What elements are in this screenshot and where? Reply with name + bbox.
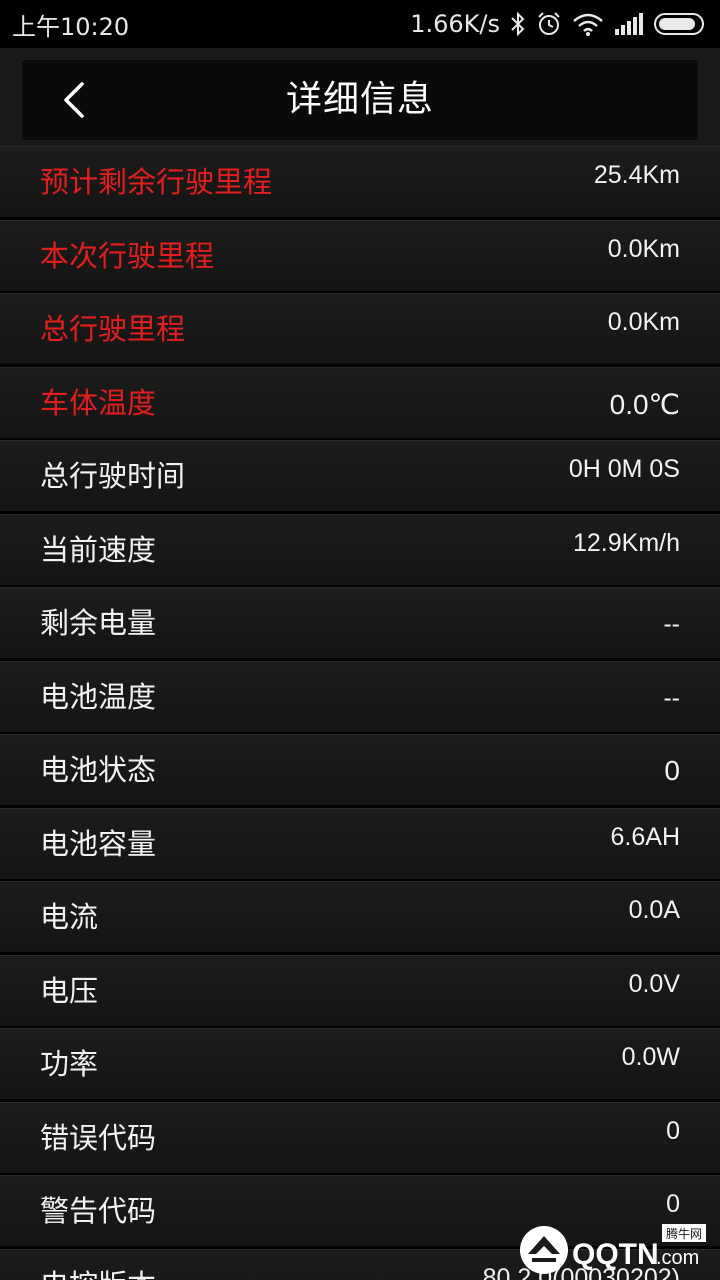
row-value: 0.0V [628,969,680,998]
row-total-riding-time: 总行驶时间 0H 0M 0S [0,440,720,511]
row-value: 0.0A [628,896,680,924]
row-value: 80.2.0(00030202) [482,1263,680,1280]
row-body-temperature: 车体温度 0.0℃ [0,366,720,438]
header-bar: 详细信息 [0,48,720,146]
row-value: 0.0℃ [609,388,680,420]
page-title: 详细信息 [285,79,434,120]
alarm-icon [536,11,562,37]
row-label: 剩余电量 [40,606,157,640]
row-battery-status: 电池状态 0 [0,734,720,805]
signal-icon [614,13,644,35]
row-label: 电池温度 [40,679,157,714]
row-label: 电池容量 [40,826,157,861]
row-label: 车体温度 [40,385,157,420]
battery-icon [654,12,708,36]
row-value: 0H 0M 0S [568,455,680,483]
row-value: 0 [666,1190,680,1218]
row-power: 功率 0.0W [0,1028,720,1099]
row-remaining-range: 预计剩余行驶里程 25.4Km [0,146,720,217]
row-value: 0.0Km [607,234,680,263]
row-value: -- [663,610,680,638]
row-battery-capacity: 电池容量 6.6AH [0,807,720,879]
row-value: 25.4Km [593,161,680,189]
info-list: 预计剩余行驶里程 25.4Km 本次行驶里程 0.0Km 总行驶里程 0.0Km… [0,146,720,1280]
row-battery-temperature: 电池温度 -- [0,660,720,732]
row-value: 0.0W [621,1043,680,1071]
row-remaining-battery: 剩余电量 -- [0,587,720,658]
network-speed: 1.66K/s [410,10,500,38]
row-label: 电流 [40,900,99,934]
row-value: 0 [664,755,680,786]
row-voltage: 电压 0.0V [0,954,720,1026]
row-trip-distance: 本次行驶里程 0.0Km [0,219,720,291]
row-label: 预计剩余行驶里程 [40,165,273,199]
row-value: 0.0Km [607,308,680,336]
row-error-code: 错误代码 0 [0,1101,720,1173]
status-time: 上午10:20 [12,12,130,41]
wifi-icon [572,12,604,36]
row-label: 警告代码 [40,1194,157,1228]
row-total-distance: 总行驶里程 0.0Km [0,293,720,364]
row-current-speed: 当前速度 12.9Km/h [0,513,720,585]
row-label: 总行驶里程 [40,312,186,346]
bluetooth-icon [510,11,526,37]
header: 详细信息 [22,60,698,140]
row-controller-version: 电控版本 80.2.0(00030202) [0,1248,720,1280]
row-value: -- [663,683,680,712]
status-bar: 上午10:20 1.66K/s [0,0,720,48]
row-value: 6.6AH [610,822,680,851]
row-current: 电流 0.0A [0,881,720,952]
row-label: 电压 [40,973,99,1008]
row-value: 12.9Km/h [572,528,680,557]
row-value: 0 [666,1116,680,1145]
row-label: 电控版本 [40,1250,156,1280]
row-label: 功率 [40,1047,99,1081]
row-label: 当前速度 [40,532,157,567]
status-icons: 1.66K/s [410,10,708,38]
row-label: 总行驶时间 [40,459,186,493]
row-label: 错误代码 [40,1120,157,1155]
row-warning-code: 警告代码 0 [0,1175,720,1246]
row-label: 电池状态 [40,753,157,787]
row-label: 本次行驶里程 [40,238,215,273]
